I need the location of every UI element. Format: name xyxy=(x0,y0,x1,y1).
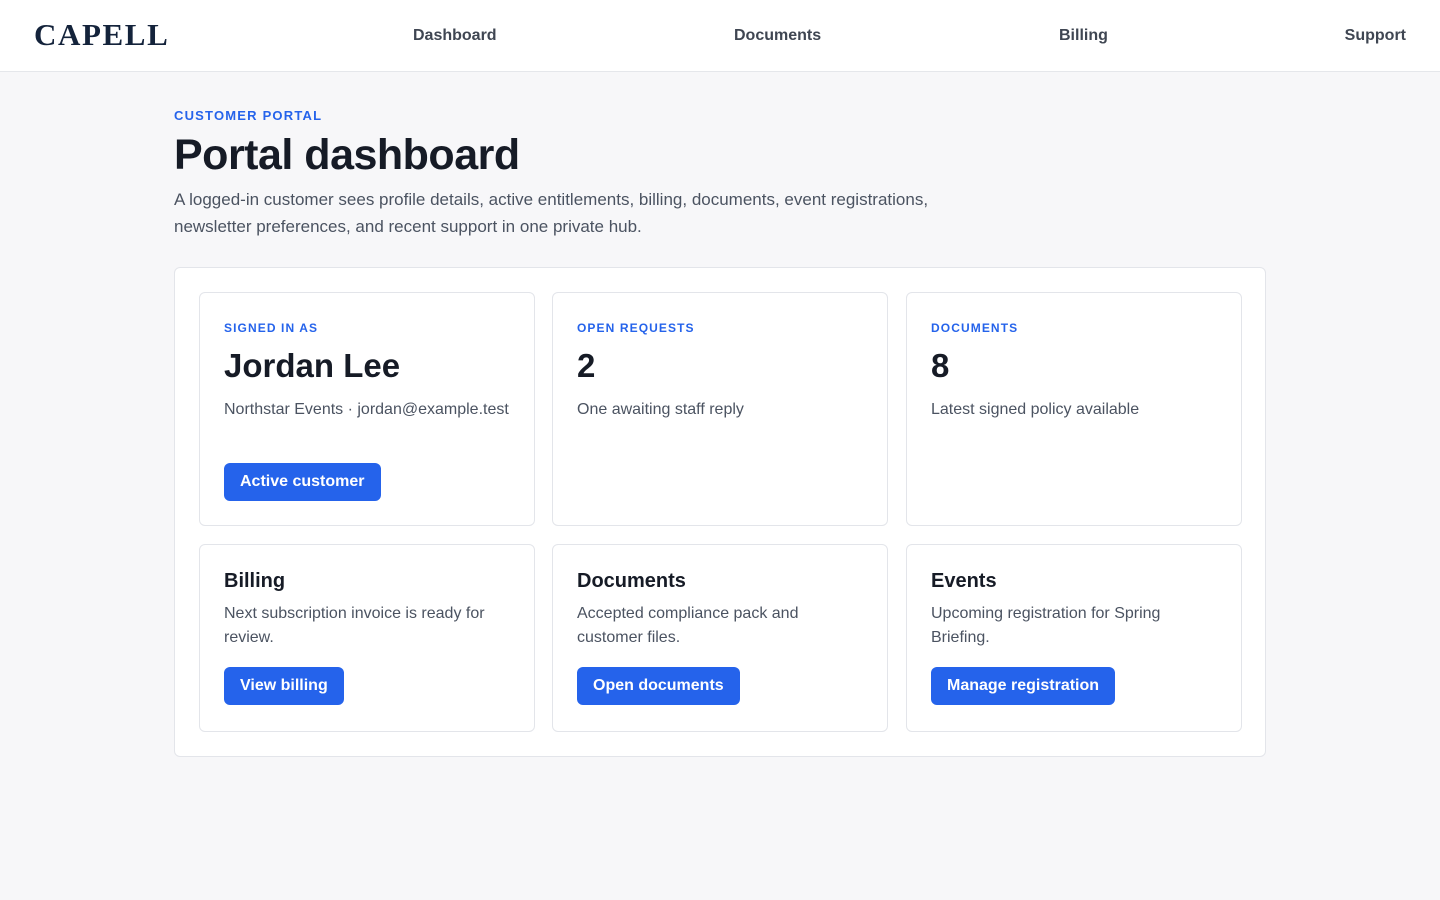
dashboard-panel: SIGNED IN AS Jordan Lee Northstar Events… xyxy=(174,267,1266,757)
open-documents-button[interactable]: Open documents xyxy=(577,667,740,705)
manage-registration-button[interactable]: Manage registration xyxy=(931,667,1116,705)
events-card-title: Events xyxy=(931,570,997,592)
open-requests-detail: One awaiting staff reply xyxy=(577,401,744,418)
customer-name: Jordan Lee xyxy=(224,347,401,384)
open-requests-count: 2 xyxy=(577,347,596,384)
open-requests-card: OPEN REQUESTS 2 One awaiting staff reply xyxy=(552,292,888,526)
documents-count: 8 xyxy=(931,347,950,384)
events-card: Events Upcoming registration for Spring … xyxy=(906,544,1242,732)
nav-support-link[interactable]: Support xyxy=(1345,26,1406,46)
active-customer-badge[interactable]: Active customer xyxy=(224,463,381,501)
customer-details: Northstar Events · jordan@example.test xyxy=(224,401,509,418)
view-billing-button[interactable]: View billing xyxy=(224,667,344,705)
nav-dashboard-link[interactable]: Dashboard xyxy=(413,26,497,46)
brand-logo[interactable]: CAPELL xyxy=(34,17,169,53)
documents-stat-detail: Latest signed policy available xyxy=(931,401,1140,418)
documents-card-text: Accepted compliance pack and customer fi… xyxy=(577,605,799,646)
page-title: Portal dashboard xyxy=(174,131,520,179)
billing-card: Billing Next subscription invoice is rea… xyxy=(199,544,535,732)
events-card-text: Upcoming registration for Spring Briefin… xyxy=(931,605,1161,646)
billing-card-title: Billing xyxy=(224,570,286,592)
billing-card-text: Next subscription invoice is ready for r… xyxy=(224,605,485,646)
documents-card-title: Documents xyxy=(577,570,686,592)
open-requests-label: OPEN REQUESTS xyxy=(577,321,695,335)
documents-stat-label: DOCUMENTS xyxy=(931,321,1019,335)
page-description: A logged-in customer sees profile detail… xyxy=(174,190,929,236)
top-navigation-bar: CAPELL Dashboard Documents Billing Suppo… xyxy=(0,0,1440,72)
documents-stat-card: DOCUMENTS 8 Latest signed policy availab… xyxy=(906,292,1242,526)
signed-in-card: SIGNED IN AS Jordan Lee Northstar Events… xyxy=(199,292,535,526)
nav-billing-link[interactable]: Billing xyxy=(1059,26,1108,46)
page-eyebrow: CUSTOMER PORTAL xyxy=(174,108,323,123)
documents-card: Documents Accepted compliance pack and c… xyxy=(552,544,888,732)
nav-documents-link[interactable]: Documents xyxy=(734,26,821,46)
signed-in-label: SIGNED IN AS xyxy=(224,321,319,335)
